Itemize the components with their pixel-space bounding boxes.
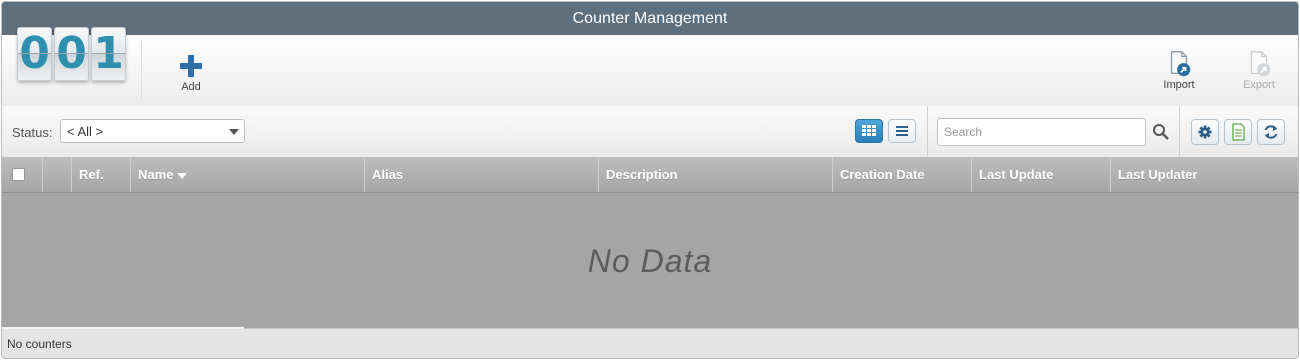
column-header-description[interactable]: Description — [598, 157, 832, 192]
plus-icon — [180, 55, 202, 77]
window: Counter Management 0 0 1 Add Import Expo… — [1, 1, 1299, 359]
column-header-label: Name — [138, 167, 174, 182]
grid-header: Ref. Name Alias Description Creation Dat… — [2, 157, 1298, 193]
logo-digit: 1 — [91, 27, 126, 81]
column-header-last-updater[interactable]: Last Updater — [1110, 157, 1298, 192]
grid-body: No Data — [2, 193, 1298, 328]
list-view-icon — [896, 126, 908, 136]
logo-digit: 0 — [54, 27, 89, 81]
status-bar-text: No counters — [7, 337, 72, 351]
status-label: Status: — [12, 125, 53, 140]
search-placeholder: Search — [944, 125, 983, 139]
select-all-checkbox[interactable] — [12, 168, 25, 181]
status-value: < All > — [67, 124, 104, 139]
status-select[interactable]: < All > — [60, 119, 245, 143]
add-button[interactable]: Add — [163, 51, 219, 93]
window-title: Counter Management — [2, 2, 1298, 35]
import-button[interactable]: Import — [1151, 49, 1207, 91]
column-header-ref[interactable]: Ref. — [71, 157, 130, 192]
spreadsheet-export-button[interactable] — [1224, 119, 1252, 145]
select-all-cell — [2, 157, 42, 192]
empty-state-text: No Data — [587, 243, 713, 279]
column-header-label: Last Updater — [1118, 167, 1198, 182]
export-button[interactable]: Export — [1231, 49, 1287, 91]
status-bar-tab — [2, 327, 244, 329]
column-header-last-update[interactable]: Last Update — [971, 157, 1110, 192]
chevron-down-icon — [229, 129, 239, 135]
export-label: Export — [1243, 79, 1275, 91]
column-header-name[interactable]: Name — [130, 157, 364, 192]
search-input[interactable]: Search — [937, 118, 1146, 146]
spreadsheet-icon — [1232, 123, 1245, 141]
gear-icon — [1198, 125, 1212, 139]
column-header-label: Alias — [372, 167, 404, 182]
status-bar: No counters — [2, 327, 1298, 358]
column-header-creation-date[interactable]: Creation Date — [832, 157, 971, 192]
filter-separator — [1179, 106, 1180, 157]
list-view-button[interactable] — [888, 119, 916, 143]
refresh-icon — [1264, 125, 1278, 139]
add-label: Add — [181, 81, 201, 93]
filter-separator — [927, 106, 928, 157]
sort-descending-icon — [177, 172, 188, 179]
counter-logo: 0 0 1 — [17, 27, 126, 81]
import-icon — [1170, 51, 1191, 77]
column-header-label: Creation Date — [840, 167, 925, 182]
grid-view-icon — [862, 125, 876, 136]
column-header-alias[interactable]: Alias — [364, 157, 598, 192]
search-icon[interactable] — [1152, 123, 1170, 141]
column-header-label: Last Update — [979, 167, 1054, 182]
filter-bar: Status: < All > Search — [2, 106, 1298, 158]
column-header-label: Description — [606, 167, 678, 182]
import-label: Import — [1163, 79, 1195, 91]
column-header-label: Ref. — [79, 167, 104, 182]
export-icon — [1250, 51, 1271, 77]
settings-button[interactable] — [1191, 119, 1219, 145]
toolbar-separator — [141, 41, 142, 99]
column-header-icon — [42, 157, 71, 192]
logo-digit: 0 — [17, 27, 52, 81]
toolbar: 0 0 1 Add Import Export — [2, 27, 1298, 107]
refresh-button[interactable] — [1257, 119, 1285, 145]
grid-view-button[interactable] — [855, 119, 883, 143]
